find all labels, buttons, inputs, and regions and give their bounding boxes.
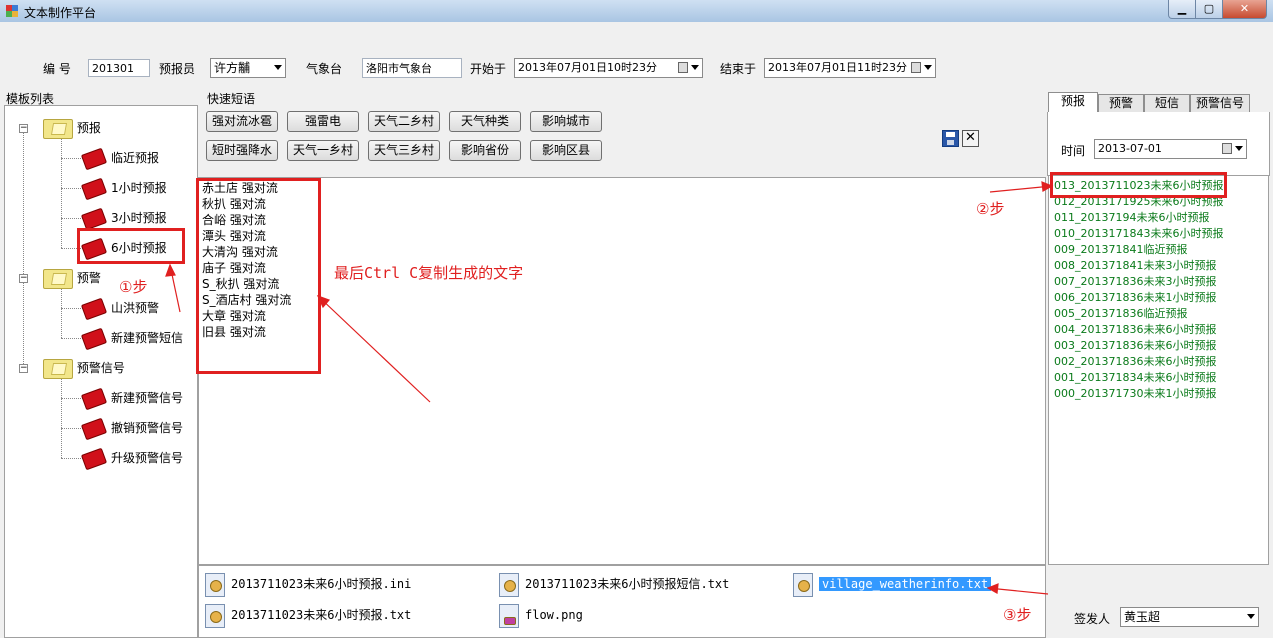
- arrow-step2-head: [1041, 181, 1054, 192]
- arrow-note: [317, 295, 431, 403]
- arrow-step1-head: [165, 263, 176, 277]
- annotation-arrows: [165, 181, 1054, 595]
- arrow-step3-head: [986, 583, 999, 594]
